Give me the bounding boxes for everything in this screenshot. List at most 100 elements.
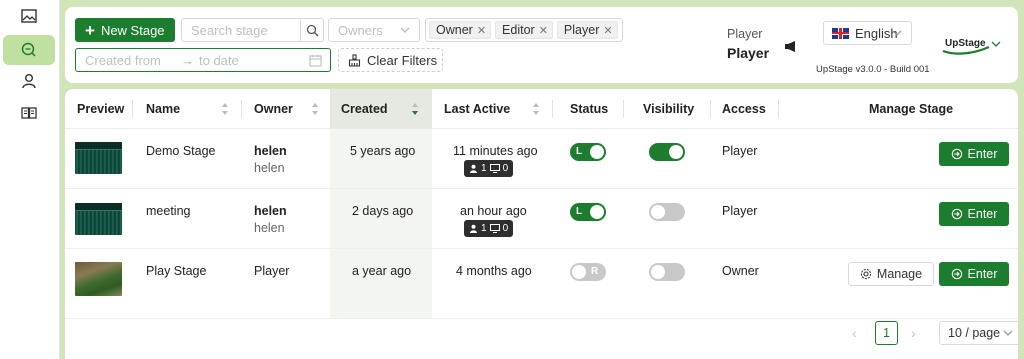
- clear-filters-label: Clear Filters: [367, 52, 438, 68]
- sort-icon[interactable]: [221, 101, 229, 117]
- language-select[interactable]: English: [823, 21, 912, 45]
- broom-icon: [348, 53, 361, 67]
- status-toggle[interactable]: R: [570, 263, 606, 281]
- owners-select[interactable]: Owners: [328, 18, 420, 42]
- stage-name[interactable]: meeting: [146, 204, 190, 218]
- enter-button[interactable]: Enter: [939, 142, 1009, 166]
- role-tag-label: Editor: [502, 23, 535, 37]
- status-letter: L: [576, 206, 583, 217]
- column-header-last-active[interactable]: Last Active: [444, 89, 510, 129]
- owner-username: helen: [254, 221, 285, 235]
- access-level: Player: [722, 144, 758, 158]
- svg-text:UpStage: UpStage: [945, 38, 986, 49]
- close-icon[interactable]: ✕: [603, 24, 612, 37]
- plus-icon: +: [85, 20, 95, 40]
- screen-count: 0: [502, 163, 509, 174]
- last-active: 11 minutes ago: [453, 144, 538, 158]
- uk-flag-icon: [832, 27, 849, 39]
- page-number-current[interactable]: 1: [875, 321, 898, 345]
- stage-name[interactable]: Demo Stage: [146, 144, 215, 158]
- enter-icon: [951, 268, 962, 280]
- sidebar: [0, 0, 60, 359]
- sort-desc-icon[interactable]: [411, 101, 419, 117]
- role-tag-label: Player: [563, 23, 600, 37]
- clear-filters-button[interactable]: Clear Filters: [338, 48, 443, 72]
- created-from-field[interactable]: Created from: [85, 53, 181, 68]
- column-header-name[interactable]: Name: [146, 89, 180, 129]
- new-stage-button[interactable]: + New Stage: [75, 18, 175, 42]
- player-role-label: Player: [727, 27, 763, 41]
- sidebar-item-media[interactable]: [3, 1, 55, 31]
- status-toggle[interactable]: L: [570, 203, 606, 221]
- column-header-created[interactable]: Created: [341, 89, 388, 129]
- owner-name: helen: [254, 204, 287, 218]
- enter-button[interactable]: Enter: [939, 262, 1009, 286]
- enter-icon: [951, 148, 962, 160]
- role-tag: Editor ✕: [495, 21, 553, 39]
- created-date: 2 days ago: [352, 204, 414, 218]
- prev-page-icon[interactable]: ‹: [852, 325, 857, 341]
- enter-label: Enter: [967, 267, 998, 281]
- stage-preview-image[interactable]: [75, 203, 122, 235]
- new-stage-label: New Stage: [100, 22, 165, 38]
- player-count: 1: [481, 163, 487, 174]
- visibility-toggle[interactable]: [649, 203, 685, 221]
- status-letter: R: [591, 266, 599, 277]
- stage-name[interactable]: Play Stage: [146, 264, 206, 278]
- next-page-icon[interactable]: ›: [911, 325, 916, 341]
- access-level: Player: [722, 204, 758, 218]
- date-range-picker[interactable]: Created from → to date: [75, 48, 331, 72]
- close-icon[interactable]: ✕: [539, 24, 548, 37]
- to-date-field[interactable]: to date: [199, 53, 299, 68]
- image-icon: [21, 9, 37, 23]
- chevron-down-icon[interactable]: [990, 37, 1002, 51]
- visibility-toggle[interactable]: [649, 143, 685, 161]
- page-size-select[interactable]: 10 / page: [939, 321, 1020, 345]
- access-level: Owner: [722, 264, 759, 278]
- screen-count: 0: [502, 223, 509, 234]
- online-counts-badge: 1 0: [464, 160, 514, 177]
- sidebar-item-players[interactable]: [3, 66, 55, 96]
- user-icon: [470, 224, 477, 233]
- manage-button[interactable]: Manage: [848, 262, 934, 286]
- enter-label: Enter: [967, 207, 998, 221]
- table-row: Play Stage Player a year ago 4 months ag…: [65, 249, 1018, 319]
- role-tag-label: Owner: [436, 23, 473, 37]
- owner-username: helen: [254, 161, 285, 175]
- column-header-owner[interactable]: Owner: [254, 89, 293, 129]
- chevron-down-icon: [400, 27, 410, 33]
- owner-name: Player: [254, 264, 290, 278]
- upstage-logo[interactable]: UpStage: [941, 35, 997, 57]
- search-input[interactable]: [182, 19, 300, 41]
- column-header-access: Access: [722, 102, 766, 116]
- owners-placeholder: Owners: [338, 22, 383, 38]
- user-icon: [22, 74, 36, 89]
- status-toggle[interactable]: L: [570, 143, 606, 161]
- online-counts-badge: 1 0: [464, 220, 514, 237]
- created-date: a year ago: [352, 264, 412, 278]
- enter-icon: [951, 208, 962, 220]
- search-icon[interactable]: [300, 19, 323, 41]
- book-icon: [21, 107, 37, 119]
- stage-preview-image[interactable]: [75, 262, 122, 296]
- header-panel: + New Stage Owners Owner ✕ Editor ✕ Play…: [65, 7, 1018, 83]
- visibility-toggle[interactable]: [649, 263, 685, 281]
- role-filter-select[interactable]: Owner ✕ Editor ✕ Player ✕: [425, 18, 623, 42]
- sidebar-item-docs[interactable]: [3, 98, 55, 128]
- table-row: meeting helen helen 2 days ago an hour a…: [65, 189, 1018, 249]
- sidebar-item-stages[interactable]: [3, 35, 55, 65]
- table-row: Demo Stage helen helen 5 years ago 11 mi…: [65, 129, 1018, 189]
- megaphone-icon[interactable]: [784, 40, 798, 53]
- sort-icon[interactable]: [532, 101, 540, 117]
- enter-button[interactable]: Enter: [939, 202, 1009, 226]
- sort-icon[interactable]: [311, 101, 319, 117]
- column-header-preview: Preview: [77, 102, 125, 116]
- stage-preview-image[interactable]: [75, 142, 122, 174]
- player-count: 1: [481, 223, 487, 234]
- role-tag: Owner ✕: [429, 21, 492, 39]
- close-icon[interactable]: ✕: [477, 24, 486, 37]
- gear-icon: [860, 268, 872, 280]
- chat-icon: [21, 42, 36, 57]
- calendar-icon: [309, 55, 322, 67]
- manage-label: Manage: [876, 267, 923, 281]
